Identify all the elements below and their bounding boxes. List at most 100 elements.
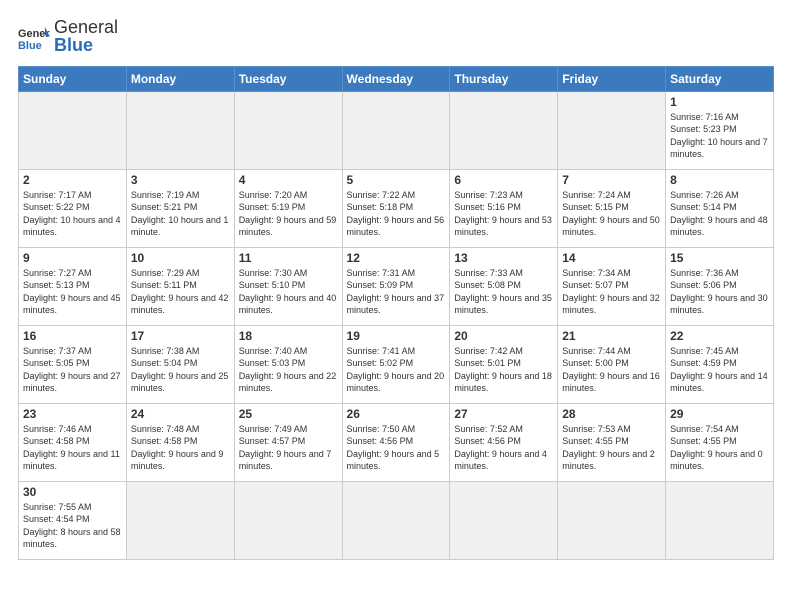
day-info: Sunrise: 7:48 AM Sunset: 4:58 PM Dayligh…	[131, 423, 230, 473]
calendar-cell	[558, 91, 666, 169]
calendar-cell: 20 Sunrise: 7:42 AM Sunset: 5:01 PM Dayli…	[450, 325, 558, 403]
day-info: Sunrise: 7:49 AM Sunset: 4:57 PM Dayligh…	[239, 423, 338, 473]
day-number: 26	[347, 407, 446, 421]
day-info: Sunrise: 7:52 AM Sunset: 4:56 PM Dayligh…	[454, 423, 553, 473]
day-number: 22	[670, 329, 769, 343]
calendar-cell: 1 Sunrise: 7:16 AM Sunset: 5:23 PM Daylig…	[666, 91, 774, 169]
calendar-cell: 21 Sunrise: 7:44 AM Sunset: 5:00 PM Dayli…	[558, 325, 666, 403]
weekday-header-thursday: Thursday	[450, 66, 558, 91]
logo: General Blue General Blue	[18, 18, 118, 56]
day-number: 1	[670, 95, 769, 109]
calendar-table: SundayMondayTuesdayWednesdayThursdayFrid…	[18, 66, 774, 560]
calendar-cell: 4 Sunrise: 7:20 AM Sunset: 5:19 PM Daylig…	[234, 169, 342, 247]
calendar-cell: 9Sunrise: 7:27 AM Sunset: 5:13 PM Daylig…	[19, 247, 127, 325]
calendar-cell: 6 Sunrise: 7:23 AM Sunset: 5:16 PM Daylig…	[450, 169, 558, 247]
day-number: 4	[239, 173, 338, 187]
calendar-cell: 26 Sunrise: 7:50 AM Sunset: 4:56 PM Dayli…	[342, 403, 450, 481]
day-info: Sunrise: 7:19 AM Sunset: 5:21 PM Dayligh…	[131, 189, 230, 239]
day-number: 5	[347, 173, 446, 187]
day-info: Sunrise: 7:55 AM Sunset: 4:54 PM Dayligh…	[23, 501, 122, 551]
day-number: 6	[454, 173, 553, 187]
day-number: 12	[347, 251, 446, 265]
day-number: 9	[23, 251, 122, 265]
day-number: 20	[454, 329, 553, 343]
calendar-cell: 22 Sunrise: 7:45 AM Sunset: 4:59 PM Dayli…	[666, 325, 774, 403]
header: General Blue General Blue	[18, 18, 774, 56]
day-info: Sunrise: 7:22 AM Sunset: 5:18 PM Dayligh…	[347, 189, 446, 239]
calendar-cell	[234, 91, 342, 169]
day-info: Sunrise: 7:24 AM Sunset: 5:15 PM Dayligh…	[562, 189, 661, 239]
day-info: Sunrise: 7:50 AM Sunset: 4:56 PM Dayligh…	[347, 423, 446, 473]
calendar-cell	[342, 91, 450, 169]
calendar-cell: 2Sunrise: 7:17 AM Sunset: 5:22 PM Daylig…	[19, 169, 127, 247]
calendar-cell	[450, 91, 558, 169]
calendar-cell: 16 Sunrise: 7:37 AM Sunset: 5:05 PM Dayli…	[19, 325, 127, 403]
day-info: Sunrise: 7:31 AM Sunset: 5:09 PM Dayligh…	[347, 267, 446, 317]
day-number: 2	[23, 173, 122, 187]
calendar-week-row: 1 Sunrise: 7:16 AM Sunset: 5:23 PM Daylig…	[19, 91, 774, 169]
calendar-cell	[19, 91, 127, 169]
day-info: Sunrise: 7:29 AM Sunset: 5:11 PM Dayligh…	[131, 267, 230, 317]
calendar-cell: 17 Sunrise: 7:38 AM Sunset: 5:04 PM Dayli…	[126, 325, 234, 403]
day-number: 3	[131, 173, 230, 187]
calendar-cell: 27Sunrise: 7:52 AM Sunset: 4:56 PM Dayli…	[450, 403, 558, 481]
day-number: 25	[239, 407, 338, 421]
logo-blue-text: Blue	[54, 36, 118, 56]
day-info: Sunrise: 7:26 AM Sunset: 5:14 PM Dayligh…	[670, 189, 769, 239]
day-info: Sunrise: 7:40 AM Sunset: 5:03 PM Dayligh…	[239, 345, 338, 395]
weekday-header-monday: Monday	[126, 66, 234, 91]
calendar-week-row: 2Sunrise: 7:17 AM Sunset: 5:22 PM Daylig…	[19, 169, 774, 247]
calendar-week-row: 16 Sunrise: 7:37 AM Sunset: 5:05 PM Dayli…	[19, 325, 774, 403]
calendar-cell: 24Sunrise: 7:48 AM Sunset: 4:58 PM Dayli…	[126, 403, 234, 481]
day-number: 13	[454, 251, 553, 265]
day-info: Sunrise: 7:34 AM Sunset: 5:07 PM Dayligh…	[562, 267, 661, 317]
calendar-cell: 5 Sunrise: 7:22 AM Sunset: 5:18 PM Daylig…	[342, 169, 450, 247]
day-number: 28	[562, 407, 661, 421]
day-number: 18	[239, 329, 338, 343]
calendar-cell: 25 Sunrise: 7:49 AM Sunset: 4:57 PM Dayli…	[234, 403, 342, 481]
weekday-header-sunday: Sunday	[19, 66, 127, 91]
calendar-cell	[450, 481, 558, 559]
calendar-cell: 10 Sunrise: 7:29 AM Sunset: 5:11 PM Dayli…	[126, 247, 234, 325]
calendar-cell	[558, 481, 666, 559]
day-info: Sunrise: 7:41 AM Sunset: 5:02 PM Dayligh…	[347, 345, 446, 395]
day-info: Sunrise: 7:45 AM Sunset: 4:59 PM Dayligh…	[670, 345, 769, 395]
calendar-cell: 12 Sunrise: 7:31 AM Sunset: 5:09 PM Dayli…	[342, 247, 450, 325]
day-number: 16	[23, 329, 122, 343]
calendar-cell: 29Sunrise: 7:54 AM Sunset: 4:55 PM Dayli…	[666, 403, 774, 481]
day-number: 21	[562, 329, 661, 343]
calendar-cell: 30 Sunrise: 7:55 AM Sunset: 4:54 PM Dayli…	[19, 481, 127, 559]
weekday-header-saturday: Saturday	[666, 66, 774, 91]
calendar-cell: 11Sunrise: 7:30 AM Sunset: 5:10 PM Dayli…	[234, 247, 342, 325]
day-number: 23	[23, 407, 122, 421]
calendar-cell	[234, 481, 342, 559]
day-info: Sunrise: 7:16 AM Sunset: 5:23 PM Dayligh…	[670, 111, 769, 161]
day-info: Sunrise: 7:53 AM Sunset: 4:55 PM Dayligh…	[562, 423, 661, 473]
day-info: Sunrise: 7:44 AM Sunset: 5:00 PM Dayligh…	[562, 345, 661, 395]
calendar-cell: 23 Sunrise: 7:46 AM Sunset: 4:58 PM Dayli…	[19, 403, 127, 481]
day-number: 17	[131, 329, 230, 343]
day-info: Sunrise: 7:20 AM Sunset: 5:19 PM Dayligh…	[239, 189, 338, 239]
day-number: 15	[670, 251, 769, 265]
day-info: Sunrise: 7:46 AM Sunset: 4:58 PM Dayligh…	[23, 423, 122, 473]
calendar-cell	[126, 91, 234, 169]
generalblue-logo-icon: General Blue	[18, 23, 50, 51]
calendar-week-row: 9Sunrise: 7:27 AM Sunset: 5:13 PM Daylig…	[19, 247, 774, 325]
day-number: 30	[23, 485, 122, 499]
day-info: Sunrise: 7:54 AM Sunset: 4:55 PM Dayligh…	[670, 423, 769, 473]
weekday-header-friday: Friday	[558, 66, 666, 91]
calendar-cell	[126, 481, 234, 559]
day-info: Sunrise: 7:30 AM Sunset: 5:10 PM Dayligh…	[239, 267, 338, 317]
day-info: Sunrise: 7:42 AM Sunset: 5:01 PM Dayligh…	[454, 345, 553, 395]
day-number: 10	[131, 251, 230, 265]
day-info: Sunrise: 7:33 AM Sunset: 5:08 PM Dayligh…	[454, 267, 553, 317]
day-info: Sunrise: 7:38 AM Sunset: 5:04 PM Dayligh…	[131, 345, 230, 395]
weekday-header-wednesday: Wednesday	[342, 66, 450, 91]
weekday-header-tuesday: Tuesday	[234, 66, 342, 91]
day-info: Sunrise: 7:23 AM Sunset: 5:16 PM Dayligh…	[454, 189, 553, 239]
calendar-cell: 3 Sunrise: 7:19 AM Sunset: 5:21 PM Daylig…	[126, 169, 234, 247]
day-number: 19	[347, 329, 446, 343]
calendar-cell: 14Sunrise: 7:34 AM Sunset: 5:07 PM Dayli…	[558, 247, 666, 325]
day-info: Sunrise: 7:37 AM Sunset: 5:05 PM Dayligh…	[23, 345, 122, 395]
calendar-cell: 28 Sunrise: 7:53 AM Sunset: 4:55 PM Dayli…	[558, 403, 666, 481]
